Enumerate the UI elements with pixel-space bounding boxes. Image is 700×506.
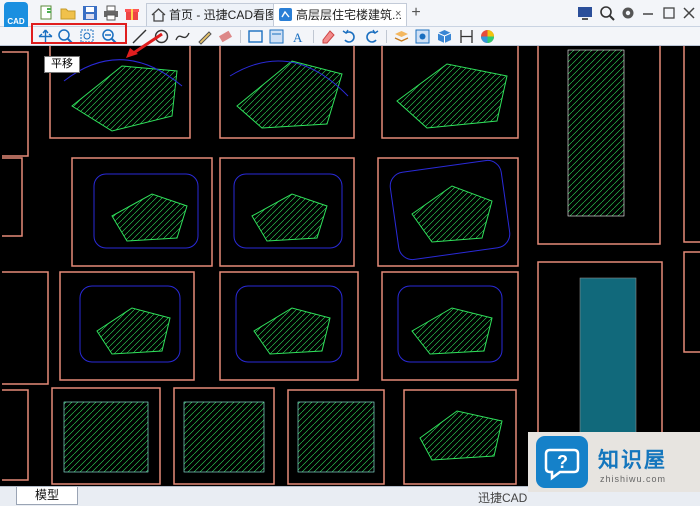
svg-text:A: A (293, 30, 303, 45)
pan-tooltip: 平移 (44, 56, 80, 73)
grid-icon[interactable] (414, 28, 431, 45)
close-icon[interactable] (681, 5, 697, 21)
layer-icon[interactable] (393, 28, 410, 45)
minimize-icon[interactable] (640, 5, 656, 21)
arrow-annotation (126, 32, 163, 58)
erase-icon[interactable] (320, 28, 337, 45)
cloud-icon[interactable] (268, 28, 285, 45)
status-app-name: 迅捷CAD (478, 491, 528, 505)
curve-icon[interactable] (174, 28, 191, 45)
gear-icon[interactable] (620, 5, 636, 21)
undo-icon[interactable] (341, 28, 358, 45)
print-icon[interactable] (103, 5, 119, 21)
tab-drawing-label: 高层层住宅楼建筑... (296, 8, 403, 22)
sheet-row-4 (51, 387, 517, 485)
text-icon[interactable]: A (290, 28, 307, 45)
open-folder-icon[interactable] (60, 5, 76, 21)
save-icon[interactable] (82, 5, 98, 21)
sheet-row-2 (71, 157, 519, 267)
home-icon (151, 7, 166, 22)
tab-model[interactable]: 模型 (16, 487, 78, 505)
sheet-row-1 (49, 46, 519, 139)
gift-icon[interactable] (124, 5, 140, 21)
search-icon[interactable] (599, 5, 615, 21)
sheet-row-3 (59, 271, 519, 381)
rectangle-icon[interactable] (247, 28, 264, 45)
screen-icon[interactable] (577, 5, 593, 21)
elevation-sheets (537, 46, 700, 486)
svg-text:?: ? (557, 452, 568, 472)
maximize-icon[interactable] (661, 5, 677, 21)
watermark-url: zhishiwu.com (600, 474, 667, 484)
tab-home[interactable]: 首页 - 迅捷CAD看图 (146, 3, 285, 26)
tab-drawing[interactable]: 高层层住宅楼建筑... (273, 3, 407, 26)
watermark: ? 知识屋 zhishiwu.com (528, 432, 700, 492)
eraser-markup-icon[interactable] (217, 28, 234, 45)
watermark-logo-icon: ? (536, 436, 588, 488)
new-file-icon[interactable] (38, 5, 54, 21)
toolbar-separator (240, 30, 241, 43)
dimension-icon[interactable] (458, 28, 475, 45)
toolbar-separator (313, 30, 314, 43)
redo-icon[interactable] (363, 28, 380, 45)
cad-drawing (2, 46, 700, 486)
cad-viewer-window: CAD 首页 - 迅捷CAD看图 高层层住宅楼建筑... × + A 平移 模型… (0, 0, 700, 506)
new-tab-button[interactable]: + (407, 3, 425, 23)
3d-icon[interactable] (436, 28, 453, 45)
tab-home-label: 首页 - 迅捷CAD看图 (169, 8, 278, 22)
highlight-box (31, 23, 127, 44)
tab-close-icon[interactable]: × (395, 8, 401, 20)
watermark-title: 知识屋 (598, 449, 667, 472)
drawing-canvas[interactable] (2, 46, 700, 486)
color-icon[interactable] (479, 28, 496, 45)
drawing-file-icon (278, 7, 293, 22)
toolbar-separator (386, 30, 387, 43)
pen-icon[interactable] (196, 28, 213, 45)
